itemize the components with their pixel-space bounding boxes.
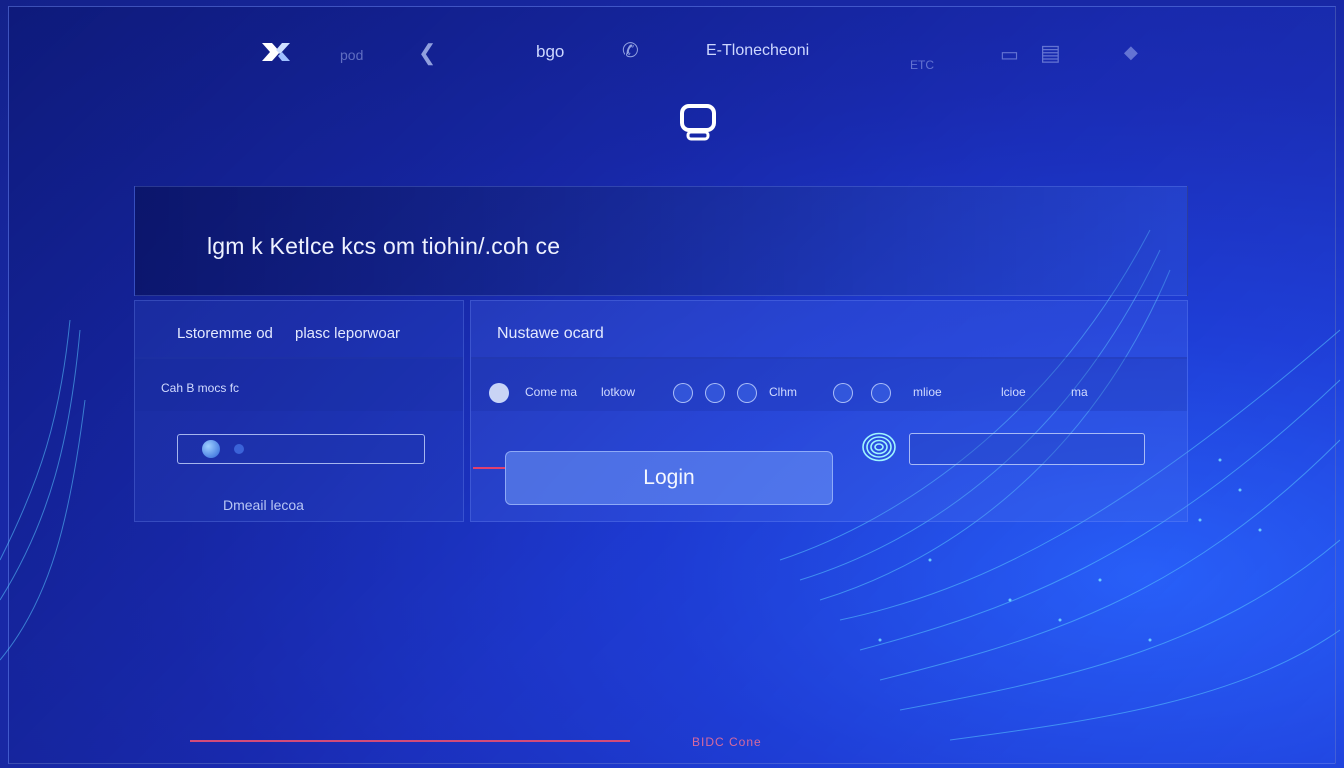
account-label: Nustawe ocard (497, 325, 604, 342)
gem-icon (202, 440, 220, 458)
option-1[interactable]: Come ma (525, 385, 577, 399)
progress-line (190, 740, 630, 742)
email-label[interactable]: Dmeail lecoa (223, 497, 304, 513)
fingerprint-icon[interactable] (859, 429, 899, 465)
login-panel: Nustawe ocard Come ma lotkow Clhm mlioe … (470, 300, 1188, 522)
username-label: Lstoremme od (177, 325, 273, 342)
option-3[interactable]: Clhm (769, 385, 797, 399)
options-row: Cah B mocs fc (135, 359, 463, 411)
nav-item-4[interactable]: ETC (910, 58, 934, 72)
bracket-icon: ❮ (418, 40, 437, 65)
nav-item-1[interactable]: pod (340, 47, 363, 63)
password-input[interactable] (177, 434, 425, 464)
document-icon[interactable]: ▤ (1040, 40, 1061, 66)
clock-icon[interactable] (489, 383, 509, 403)
page-title: lgm k Ketlce kcs om tiohin/.coh ce (207, 233, 561, 259)
phone-icon[interactable]: ✆ (622, 38, 639, 63)
footer-text: BIDC Cone (692, 735, 762, 749)
accent-line (473, 467, 505, 469)
settings-icon[interactable] (705, 383, 725, 403)
header-panel: lgm k Ketlce kcs om tiohin/.coh ce (134, 186, 1188, 296)
monitor-icon (680, 104, 716, 141)
username-panel: Lstoremme od plasc leporwoar Cah B mocs … (134, 300, 464, 522)
user-icon[interactable] (737, 383, 757, 403)
username-header-row: Lstoremme od plasc leporwoar (135, 301, 463, 359)
top-navigation: pod ❮ bgo ✆ E-Tlonecheoni ETC ▭ ▤ ◆ (0, 0, 1344, 100)
options-toolbar: Come ma lotkow Clhm mlioe lcioe ma (471, 359, 1187, 411)
password-placeholder-label: plasc leporwoar (295, 325, 401, 342)
option-4[interactable]: mlioe (913, 385, 942, 399)
at-icon[interactable] (833, 383, 853, 403)
options-label: Cah B mocs fc (161, 381, 240, 395)
option-6[interactable]: ma (1071, 385, 1088, 399)
globe-icon[interactable] (673, 383, 693, 403)
diamond-icon[interactable]: ◆ (1124, 42, 1138, 63)
login-button[interactable]: Login (505, 451, 833, 505)
option-5[interactable]: lcioe (1001, 385, 1026, 399)
dot-icon (234, 444, 244, 454)
brand-logo (262, 43, 290, 61)
nav-item-3[interactable]: E-Tlonecheoni (706, 42, 809, 60)
login-header-row: Nustawe ocard (471, 301, 1187, 359)
link-icon[interactable] (871, 383, 891, 403)
window-icon[interactable]: ▭ (1000, 42, 1019, 67)
nav-item-2[interactable]: bgo (536, 42, 564, 62)
option-2[interactable]: lotkow (601, 385, 635, 399)
fingerprint-input[interactable] (909, 433, 1145, 465)
